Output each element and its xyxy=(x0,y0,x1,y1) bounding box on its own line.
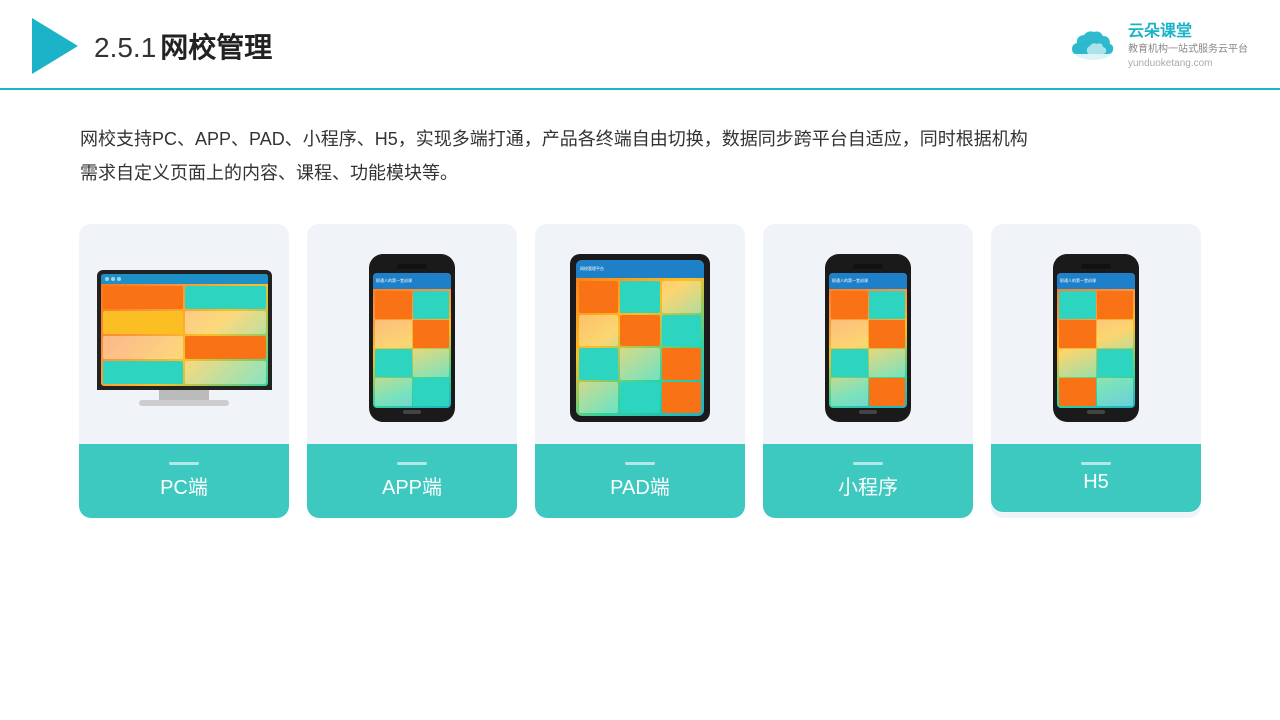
page-number: 2.5.1 xyxy=(94,32,156,63)
card-pad: 网校管理平台 xyxy=(535,224,745,518)
card-label-bar xyxy=(625,462,655,465)
phone-notch xyxy=(397,264,427,269)
phone-home-button-2 xyxy=(859,410,877,414)
card-pad-image: 网校管理平台 xyxy=(535,224,745,444)
card-label-bar xyxy=(1081,462,1111,465)
card-h5-label: H5 xyxy=(991,444,1201,512)
cloud-icon xyxy=(1066,28,1120,64)
card-miniapp: 职通人的第一堂训课 小程序 xyxy=(763,224,973,518)
page-title: 2.5.1网校管理 xyxy=(94,26,272,66)
card-h5-image: 职通人的第一堂训课 xyxy=(991,224,1201,444)
card-h5: 职通人的第一堂训课 H5 xyxy=(991,224,1201,518)
card-label-bar xyxy=(397,462,427,465)
brand-logo: 云朵课堂 教育机构一站式服务云平台 yunduoketang.com xyxy=(1066,21,1248,71)
brand-name: 云朵课堂 xyxy=(1128,21,1248,43)
card-label-bar xyxy=(169,462,199,465)
phone-home-button xyxy=(403,410,421,414)
phone-home-button-3 xyxy=(1087,410,1105,414)
phone-mockup-h5: 职通人的第一堂训课 xyxy=(1053,254,1139,422)
card-app-image: 职通人的第一堂训课 xyxy=(307,224,517,444)
logo-triangle-icon xyxy=(32,18,78,74)
card-pc-image xyxy=(79,224,289,444)
description-text: 网校支持PC、APP、PAD、小程序、H5，实现多端打通，产品各终端自由切换，数… xyxy=(0,90,1280,214)
pc-mockup xyxy=(97,270,272,406)
card-pad-label: PAD端 xyxy=(535,444,745,518)
phone-notch-2 xyxy=(853,264,883,269)
card-pc: PC端 xyxy=(79,224,289,518)
phone-notch-3 xyxy=(1081,264,1111,269)
pad-mockup: 网校管理平台 xyxy=(570,254,710,422)
card-app-label: APP端 xyxy=(307,444,517,518)
card-miniapp-image: 职通人的第一堂训课 xyxy=(763,224,973,444)
header: 2.5.1网校管理 云朵课堂 教育机构一站式服务云平台 yunduoketang… xyxy=(0,0,1280,90)
card-miniapp-label: 小程序 xyxy=(763,444,973,518)
brand-url: yunduoketang.com xyxy=(1128,57,1248,71)
phone-mockup-app: 职通人的第一堂训课 xyxy=(369,254,455,422)
header-left: 2.5.1网校管理 xyxy=(32,18,272,74)
brand-tagline: 教育机构一站式服务云平台 xyxy=(1128,43,1248,57)
cards-container: PC端 职通人的第一堂训课 xyxy=(0,214,1280,518)
card-pc-label: PC端 xyxy=(79,444,289,518)
phone-mockup-miniapp: 职通人的第一堂训课 xyxy=(825,254,911,422)
brand-text: 云朵课堂 教育机构一站式服务云平台 yunduoketang.com xyxy=(1128,21,1248,71)
card-label-bar xyxy=(853,462,883,465)
card-app: 职通人的第一堂训课 APP端 xyxy=(307,224,517,518)
